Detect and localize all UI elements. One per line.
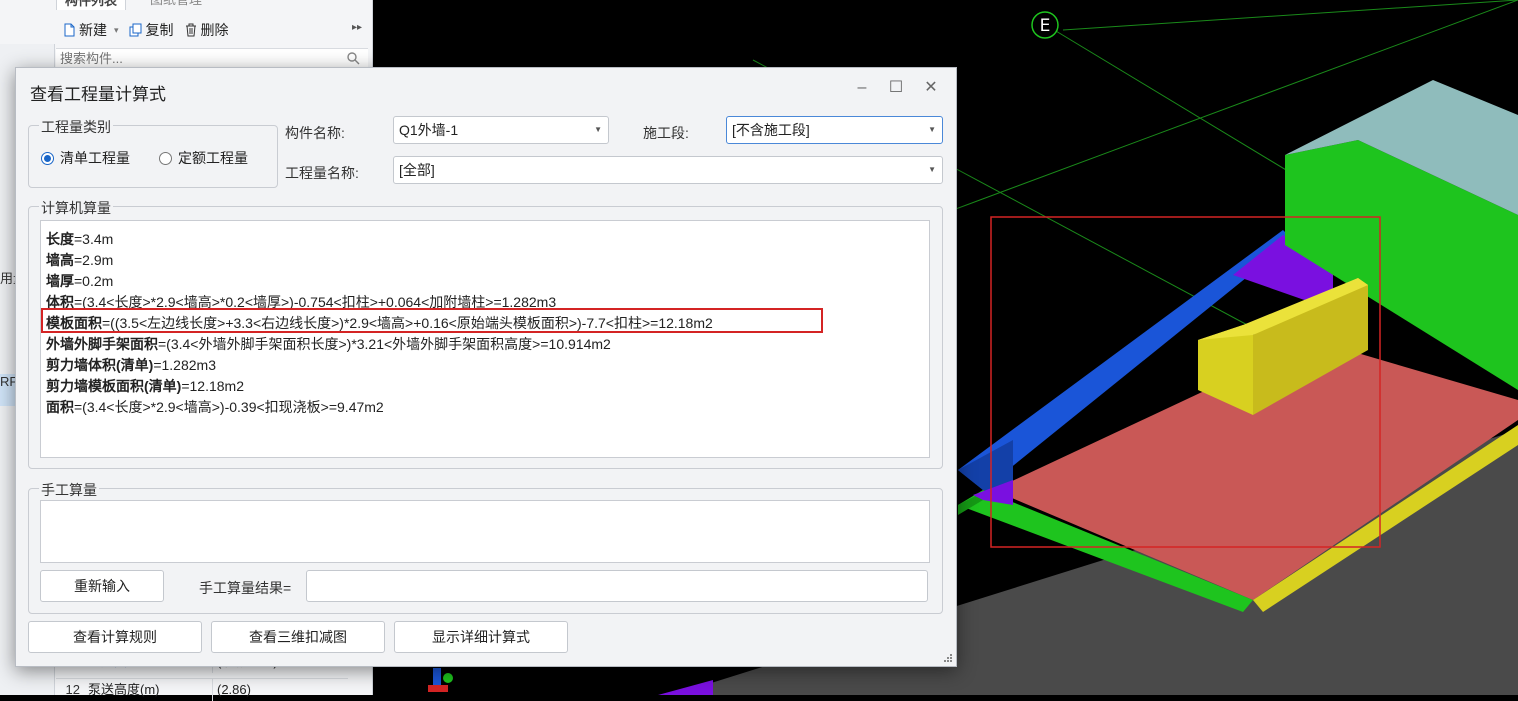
chevron-down-icon: ▼ xyxy=(928,125,936,134)
group-label: 手工算量 xyxy=(39,480,99,500)
calc-line: 墙高=2.9m xyxy=(46,252,114,268)
quantity-name-select[interactable]: [全部] ▼ xyxy=(393,156,943,184)
table-row[interactable]: 12 泵送高度(m) (2.86) xyxy=(56,678,348,701)
property-value[interactable]: (2.86) xyxy=(212,679,251,701)
calc-formula-area[interactable]: 长度=3.4m 墙高=2.9m 墙厚=0.2m 体积=(3.4<长度>*2.9<… xyxy=(40,220,930,458)
construction-stage-select[interactable]: [不含施工段] ▼ xyxy=(726,116,943,144)
resize-grip-icon[interactable] xyxy=(942,652,952,662)
component-name-label: 构件名称: xyxy=(285,125,345,141)
new-file-icon xyxy=(64,23,75,37)
quota-quantity-radio[interactable]: 定额工程量 xyxy=(159,148,248,168)
more-icon[interactable]: ▸▸ xyxy=(352,22,362,33)
close-icon[interactable]: ✕ xyxy=(921,78,941,98)
minimize-icon[interactable]: – xyxy=(852,78,872,98)
view-3d-deduction-button[interactable]: 查看三维扣减图 xyxy=(211,621,385,653)
search-input[interactable] xyxy=(56,49,334,68)
show-detail-formula-button[interactable]: 显示详细计算式 xyxy=(394,621,568,653)
construction-stage-label: 施工段: xyxy=(643,125,689,141)
delete-button[interactable]: 删除 xyxy=(184,20,229,40)
calc-line: 面积=(3.4<长度>*2.9<墙高>)-0.39<扣现浇板>=9.47m2 xyxy=(46,399,384,415)
copy-button-label: 复制 xyxy=(145,22,174,38)
quantity-category-group: 工程量类别 清单工程量 定额工程量 xyxy=(28,117,278,188)
construction-stage-value: [不含施工段] xyxy=(732,122,810,138)
view-calc-rules-button[interactable]: 查看计算规则 xyxy=(28,621,202,653)
radio-unselected-icon[interactable] xyxy=(159,151,172,165)
manual-calc-input[interactable] xyxy=(40,500,930,563)
quantity-name-label: 工程量名称: xyxy=(285,165,359,181)
maximize-icon[interactable]: ☐ xyxy=(886,78,906,98)
chevron-down-icon: ▼ xyxy=(928,165,936,174)
new-button[interactable]: 新建 ▾ xyxy=(62,20,119,40)
trash-icon xyxy=(185,23,196,37)
group-label: 计算机算量 xyxy=(39,198,113,218)
new-button-label: 新建 xyxy=(79,22,107,38)
panel-tabs: 构件列表 图纸管理 xyxy=(56,0,368,10)
search-icon[interactable] xyxy=(346,51,360,65)
quantity-formula-dialog: 查看工程量计算式 – ☐ ✕ 工程量类别 清单工程量 定额工程量 构件名称: Q… xyxy=(15,67,957,667)
chevron-down-icon: ▼ xyxy=(594,125,602,134)
search-box xyxy=(56,48,368,69)
calc-line: 剪力墙模板面积(清单)=12.18m2 xyxy=(46,378,244,394)
radio-label: 定额工程量 xyxy=(178,150,248,166)
bill-quantity-radio[interactable]: 清单工程量 xyxy=(41,148,130,168)
tab-component-list[interactable]: 构件列表 xyxy=(56,0,127,10)
calc-line: 剪力墙体积(清单)=1.282m3 xyxy=(46,357,216,373)
calc-line: 长度=3.4m xyxy=(46,231,114,247)
group-label: 工程量类别 xyxy=(39,117,113,137)
computer-calc-group: 计算机算量 长度=3.4m 墙高=2.9m 墙厚=0.2m 体积=(3.4<长度… xyxy=(28,198,943,469)
reinput-button[interactable]: 重新输入 xyxy=(40,570,164,602)
quantity-name-value: [全部] xyxy=(399,162,435,178)
radio-label: 清单工程量 xyxy=(60,150,130,166)
calc-line: 墙厚=0.2m xyxy=(46,273,114,289)
component-name-value: Q1外墙-1 xyxy=(399,122,459,138)
delete-button-label: 删除 xyxy=(200,22,229,38)
radio-selected-icon[interactable] xyxy=(41,151,54,165)
chevron-down-icon[interactable]: ▾ xyxy=(114,25,119,36)
property-name: 泵送高度(m) xyxy=(88,682,160,697)
row-number: 12 xyxy=(65,682,80,697)
manual-result-label: 手工算量结果= xyxy=(199,580,292,596)
copy-icon xyxy=(129,23,142,37)
axis-gizmo-icon xyxy=(428,668,453,692)
tab-drawing-management[interactable]: 图纸管理 xyxy=(142,0,210,9)
calc-line: 模板面积=((3.5<左边线长度>+3.3<右边线长度>)*2.9<墙高>+0.… xyxy=(46,315,713,331)
calc-line: 外墙外脚手架面积=(3.4<外墙外脚手架面积长度>)*3.21<外墙外脚手架面积… xyxy=(46,336,611,352)
manual-calc-group: 手工算量 重新输入 手工算量结果= xyxy=(28,480,943,614)
dialog-title: 查看工程量计算式 xyxy=(30,85,166,104)
copy-button[interactable]: 复制 xyxy=(129,20,174,40)
axis-label: E xyxy=(1040,16,1051,36)
component-toolbar: 新建 ▾ 复制 删除 ▸▸ xyxy=(56,16,368,44)
manual-result-field[interactable] xyxy=(306,570,928,602)
component-name-select[interactable]: Q1外墙-1 ▼ xyxy=(393,116,609,144)
